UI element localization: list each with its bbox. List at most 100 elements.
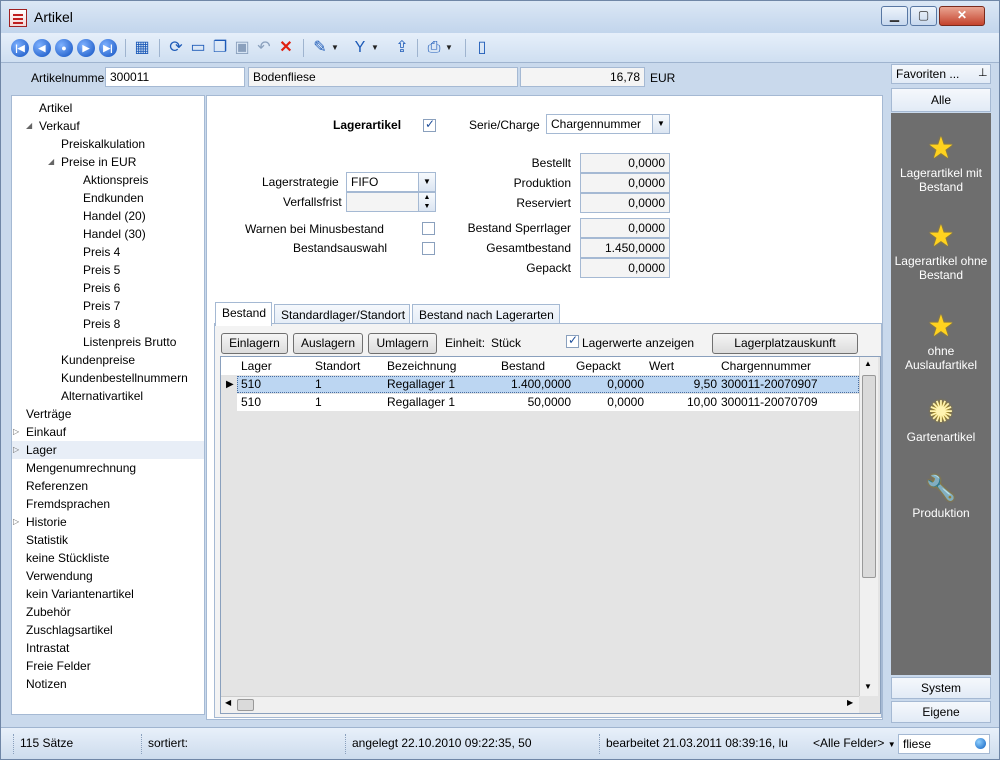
tree-item[interactable]: Statistik	[26, 532, 68, 548]
tree-item[interactable]: Notizen	[26, 676, 67, 692]
export-icon[interactable]: ⇪	[393, 39, 411, 57]
favorites-tab-own[interactable]: Eigene	[891, 701, 991, 723]
tree-item[interactable]: Alternativartikel	[61, 388, 143, 404]
batch-select[interactable]: Chargennummer ▼	[546, 114, 670, 134]
chevron-down-icon[interactable]: ▼	[652, 115, 669, 133]
field-selector[interactable]: <Alle Felder> ▼	[807, 734, 897, 754]
hscrollbar-thumb[interactable]	[237, 699, 254, 711]
transfer-button[interactable]: Umlagern	[368, 333, 437, 354]
tree-item[interactable]: kein Variantenartikel	[26, 586, 134, 602]
tree-item[interactable]: Fremdsprachen	[26, 496, 110, 512]
quick-search-input[interactable]: fliese	[898, 734, 990, 754]
tree-item[interactable]: Handel (30)	[83, 226, 146, 242]
favorites-header[interactable]: Favoriten ... ⊥	[891, 64, 991, 84]
tree-item[interactable]: Zubehör	[26, 604, 71, 620]
tree-item[interactable]: Kundenbestellnummern	[61, 370, 188, 386]
store-out-button[interactable]: Auslagern	[293, 333, 363, 354]
close-button[interactable]: ✕	[939, 6, 985, 26]
column-header[interactable]: Standort	[315, 357, 385, 375]
tree-item[interactable]: Handel (20)	[83, 208, 146, 224]
first-record-button[interactable]: |◀	[11, 39, 29, 57]
tree-item[interactable]: Historie	[26, 514, 67, 530]
scroll-left-icon[interactable]: ◀	[225, 698, 231, 707]
tree-item[interactable]: Preis 5	[83, 262, 120, 278]
favorite-item[interactable]: ✺ Gartenartikel	[891, 396, 991, 444]
next-record-button[interactable]: ▶	[77, 39, 95, 57]
favorite-item[interactable]: ★ Lagerartikel ohne Bestand	[891, 220, 991, 282]
tree-item[interactable]: Verwendung	[26, 568, 93, 584]
article-description-field[interactable]: Bodenfliese	[248, 67, 518, 87]
maximize-button[interactable]: ▢	[910, 6, 937, 26]
save-icon[interactable]: ▣	[233, 39, 251, 57]
tree-item[interactable]: Preise in EUR	[61, 154, 136, 170]
collapse-triangle-icon[interactable]: ◢	[48, 157, 54, 166]
tree-item[interactable]: Preis 6	[83, 280, 120, 296]
wand-dropdown-icon[interactable]: ▼	[331, 39, 349, 57]
quantity-value[interactable]: 0,0000	[580, 258, 670, 278]
tree-item[interactable]: Freie Felder	[26, 658, 91, 674]
collapse-triangle-icon[interactable]: ◢	[26, 121, 32, 130]
quantity-value[interactable]: 1.450,0000	[580, 238, 670, 258]
search-icon[interactable]	[975, 738, 986, 749]
quantity-value[interactable]: 0,0000	[580, 173, 670, 193]
storage-location-info-button[interactable]: Lagerplatzauskunft	[712, 333, 858, 354]
scroll-down-icon[interactable]: ▼	[864, 682, 872, 691]
tree-item[interactable]: Kundenpreise	[61, 352, 135, 368]
tree-item[interactable]: Einkauf	[26, 424, 66, 440]
tree-item[interactable]: keine Stückliste	[26, 550, 109, 566]
expand-triangle-icon[interactable]: ▷	[13, 427, 19, 436]
door-icon[interactable]: ▯	[473, 39, 491, 57]
stock-article-checkbox[interactable]	[423, 117, 436, 132]
select-record-button[interactable]: ●	[55, 39, 73, 57]
expand-triangle-icon[interactable]: ▷	[13, 445, 19, 454]
tree-item[interactable]: Verträge	[26, 406, 71, 422]
copy-icon[interactable]: ❐	[211, 39, 229, 57]
show-stock-values-checkbox[interactable]	[566, 333, 579, 348]
undo-icon[interactable]: ↶	[255, 39, 273, 57]
store-in-button[interactable]: Einlagern	[221, 333, 288, 354]
print-icon[interactable]: ⎙	[425, 39, 443, 57]
last-record-button[interactable]: ▶|	[99, 39, 117, 57]
favorites-tab-system[interactable]: System	[891, 677, 991, 699]
tree-item[interactable]: Intrastat	[26, 640, 69, 656]
previous-record-button[interactable]: ◀	[33, 39, 51, 57]
horizontal-scrollbar[interactable]: ◀ ▶	[221, 696, 859, 713]
favorites-tab-all[interactable]: Alle	[891, 88, 991, 112]
tree-item[interactable]: Listenpreis Brutto	[83, 334, 176, 350]
chevron-down-icon[interactable]: ▼	[418, 173, 435, 191]
filter-icon[interactable]: Y	[351, 39, 369, 57]
column-header[interactable]: Lager	[241, 357, 311, 375]
pin-icon[interactable]: ⊥	[978, 66, 988, 79]
scroll-right-icon[interactable]: ▶	[847, 698, 853, 707]
favorite-item[interactable]: ★ ohne Auslaufartikel	[891, 310, 991, 372]
column-header[interactable]: Chargennummer	[721, 357, 859, 375]
scroll-up-icon[interactable]: ▲	[864, 359, 872, 368]
price-field[interactable]: 16,78	[520, 67, 645, 87]
tree-item[interactable]: Mengenumrechnung	[26, 460, 136, 476]
tree-item[interactable]: Endkunden	[83, 190, 144, 206]
tree-item[interactable]: Preiskalkulation	[61, 136, 145, 152]
quantity-value[interactable]: 0,0000	[580, 218, 670, 238]
tree-item[interactable]: Verkauf	[39, 118, 80, 134]
favorite-item[interactable]: ★ Lagerartikel mit Bestand	[891, 132, 991, 194]
favorite-item[interactable]: 🔧 Produktion	[891, 472, 991, 520]
tree-item[interactable]: Preis 8	[83, 316, 120, 332]
new-icon[interactable]: ▭	[189, 39, 207, 57]
article-number-field[interactable]: 300011	[105, 67, 245, 87]
quantity-value[interactable]: 0,0000	[580, 153, 670, 173]
delete-icon[interactable]: ✕	[277, 39, 295, 57]
chevron-down-icon[interactable]: ▼	[888, 740, 896, 749]
refresh-icon[interactable]: ⟳	[167, 39, 185, 57]
negative-stock-warning-checkbox[interactable]	[422, 222, 435, 235]
tree-item[interactable]: Artikel	[39, 100, 72, 116]
expiry-field[interactable]: ▲ ▼	[346, 192, 436, 212]
tree-item[interactable]: Aktionspreis	[83, 172, 148, 188]
tree-item[interactable]: Lager	[26, 442, 57, 458]
list-view-icon[interactable]: ▦	[133, 39, 151, 57]
spinner-icon[interactable]: ▲ ▼	[418, 193, 435, 211]
stock-selection-checkbox[interactable]	[422, 242, 435, 255]
print-dropdown-icon[interactable]: ▼	[445, 39, 463, 57]
tree-item[interactable]: Preis 4	[83, 244, 120, 260]
expand-triangle-icon[interactable]: ▷	[13, 517, 19, 526]
vertical-scrollbar[interactable]: ▲ ▼	[859, 357, 878, 696]
